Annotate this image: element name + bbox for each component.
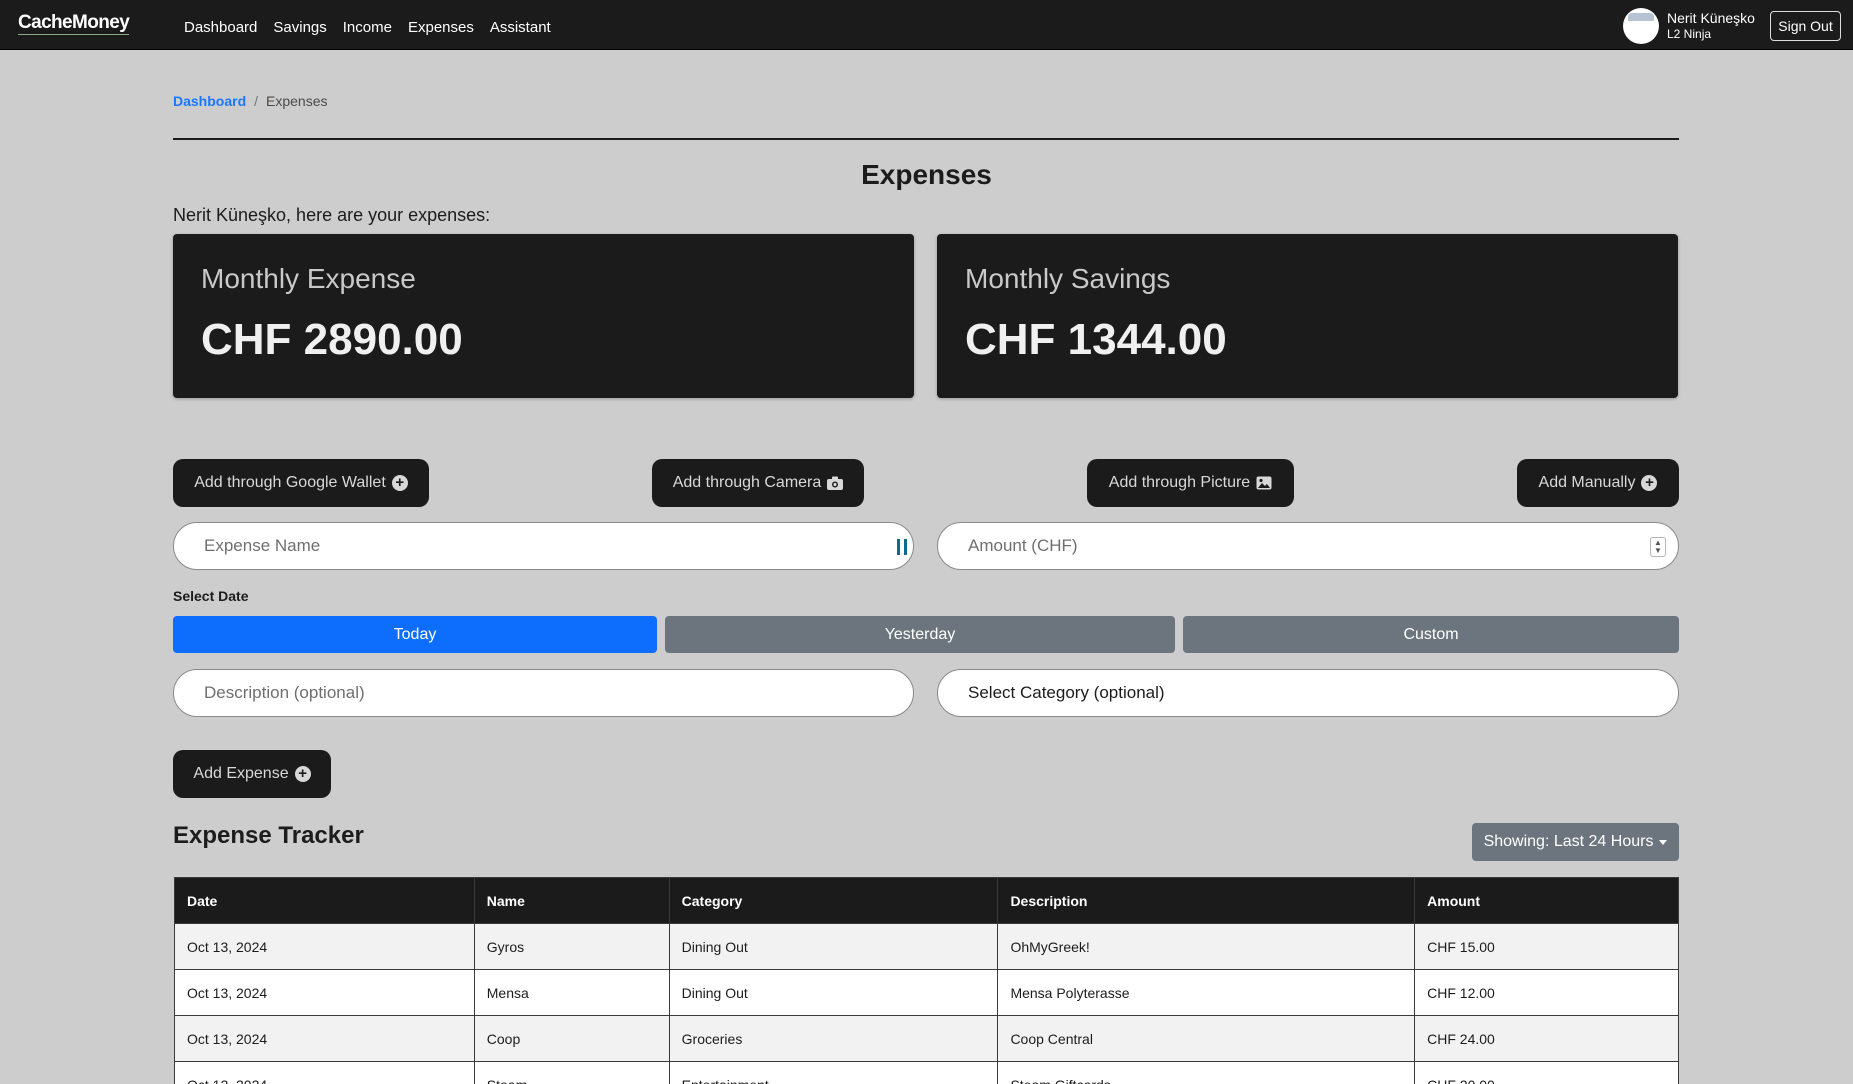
nav-link-income[interactable]: Income — [343, 19, 392, 37]
monthly-expense-value: CHF 2890.00 — [201, 315, 463, 364]
column-header-description[interactable]: Description — [997, 877, 1416, 924]
breadcrumb-separator: / — [254, 93, 259, 109]
cell-category: Dining Out — [668, 923, 999, 970]
breadcrumb: Dashboard / Expenses — [173, 92, 328, 110]
table-row[interactable]: Oct 13, 2024 Mensa Dining Out Mensa Poly… — [174, 969, 1679, 1016]
add-picture-label: Add through Picture — [1108, 474, 1251, 491]
time-filter-dropdown[interactable]: Showing: Last 24 Hours — [1472, 823, 1679, 861]
cell-amount: CHF 24.00 — [1414, 1015, 1679, 1062]
expense-tracker-title: Expense Tracker — [173, 822, 364, 849]
category-select[interactable]: Select Category (optional) — [937, 669, 1679, 717]
date-yesterday-button[interactable]: Yesterday — [665, 616, 1175, 653]
caret-down-icon — [1659, 839, 1668, 845]
cell-description: Steam Giftcards — [997, 1061, 1416, 1084]
cell-name: Gyros — [473, 923, 670, 970]
cell-description: OhMyGreek! — [997, 923, 1416, 970]
table-row[interactable]: Oct 13, 2024 Gyros Dining Out OhMyGreek!… — [174, 923, 1679, 970]
expense-table-container: Date Name Category Description Amount Oc… — [174, 877, 1679, 1084]
cell-date: Oct 13, 2024 — [174, 969, 475, 1016]
number-stepper-icon[interactable]: ▲ ▼ — [1650, 537, 1666, 557]
expense-name-input[interactable] — [204, 536, 913, 556]
nav-links: Dashboard Savings Income Expenses Assist… — [184, 19, 567, 37]
select-date-label: Select Date — [173, 588, 249, 604]
amount-field: ▲▼ — [937, 522, 1679, 570]
add-google-wallet-button[interactable]: Add through Google Wallet + — [173, 459, 429, 507]
breadcrumb-current: Expenses — [266, 93, 328, 109]
add-camera-label: Add through Camera — [672, 474, 822, 491]
description-field — [173, 669, 914, 717]
autofill-icon[interactable] — [897, 539, 907, 555]
cell-category: Dining Out — [668, 969, 999, 1016]
cell-date: Oct 12, 2024 — [174, 1061, 475, 1084]
user-name: Nerit Küneşko — [1667, 10, 1755, 26]
column-header-category[interactable]: Category — [668, 877, 999, 924]
image-icon — [1256, 476, 1272, 490]
cell-name: Steam — [473, 1061, 670, 1084]
time-filter-label: Showing: Last 24 Hours — [1483, 833, 1654, 850]
table-row[interactable]: Oct 12, 2024 Steam Entertainment Steam G… — [174, 1061, 1679, 1084]
monthly-expense-card: Monthly Expense CHF 2890.00 — [173, 234, 914, 398]
cell-category: Entertainment — [668, 1061, 999, 1084]
table-row[interactable]: Oct 13, 2024 Coop Groceries Coop Central… — [174, 1015, 1679, 1062]
plus-circle-icon: + — [1641, 475, 1658, 491]
cell-date: Oct 13, 2024 — [174, 1015, 475, 1062]
add-expense-label: Add Expense — [193, 765, 289, 782]
nav-link-expenses[interactable]: Expenses — [408, 19, 474, 37]
avatar[interactable] — [1623, 8, 1659, 44]
camera-icon — [827, 476, 844, 490]
plus-circle-icon: + — [391, 475, 408, 491]
column-header-name[interactable]: Name — [473, 877, 670, 924]
cell-description: Mensa Polyterasse — [997, 969, 1416, 1016]
add-camera-button[interactable]: Add through Camera — [652, 459, 864, 507]
sign-out-button[interactable]: Sign Out — [1770, 11, 1841, 41]
cell-date: Oct 13, 2024 — [174, 923, 475, 970]
breadcrumb-dashboard-link[interactable]: Dashboard — [173, 92, 246, 110]
plus-circle-icon: + — [294, 766, 311, 782]
date-custom-button[interactable]: Custom — [1183, 616, 1679, 653]
category-select-value: Select Category (optional) — [968, 683, 1165, 702]
table-header-row: Date Name Category Description Amount — [174, 877, 1679, 924]
cell-amount: CHF 12.00 — [1414, 969, 1679, 1016]
nav-link-savings[interactable]: Savings — [273, 19, 326, 37]
column-header-date[interactable]: Date — [174, 877, 475, 924]
user-level: L2 Ninja — [1667, 27, 1712, 41]
monthly-savings-card: Monthly Savings CHF 1344.00 — [937, 234, 1678, 398]
monthly-savings-label: Monthly Savings — [965, 263, 1171, 294]
cell-name: Coop — [473, 1015, 670, 1062]
cell-category: Groceries — [668, 1015, 999, 1062]
column-header-amount[interactable]: Amount — [1414, 877, 1679, 924]
cell-amount: CHF 15.00 — [1414, 923, 1679, 970]
amount-input[interactable] — [968, 536, 1678, 556]
expense-name-field — [173, 522, 914, 570]
date-today-button[interactable]: Today — [173, 616, 657, 653]
intro-text: Nerit Küneşko, here are your expenses: — [173, 205, 491, 225]
nav-link-dashboard[interactable]: Dashboard — [184, 19, 257, 37]
nav-link-assistant[interactable]: Assistant — [490, 19, 551, 37]
description-input[interactable] — [204, 683, 913, 703]
add-manually-label: Add Manually — [1538, 474, 1636, 491]
monthly-expense-label: Monthly Expense — [201, 263, 416, 294]
cell-name: Mensa — [473, 969, 670, 1016]
add-google-wallet-label: Add through Google Wallet — [194, 474, 386, 491]
cell-amount: CHF 20.00 — [1414, 1061, 1679, 1084]
top-navbar: CacheMoney Dashboard Savings Income Expe… — [0, 0, 1853, 50]
add-picture-button[interactable]: Add through Picture — [1087, 459, 1294, 507]
page-title: Expenses — [861, 159, 992, 190]
expense-table: Date Name Category Description Amount Oc… — [174, 877, 1679, 1084]
divider — [173, 138, 1679, 140]
monthly-savings-value: CHF 1344.00 — [965, 315, 1227, 364]
add-manually-button[interactable]: Add Manually + — [1517, 459, 1679, 507]
cell-description: Coop Central — [997, 1015, 1416, 1062]
add-expense-button[interactable]: Add Expense + — [173, 750, 331, 798]
brand-logo[interactable]: CacheMoney — [18, 13, 130, 35]
